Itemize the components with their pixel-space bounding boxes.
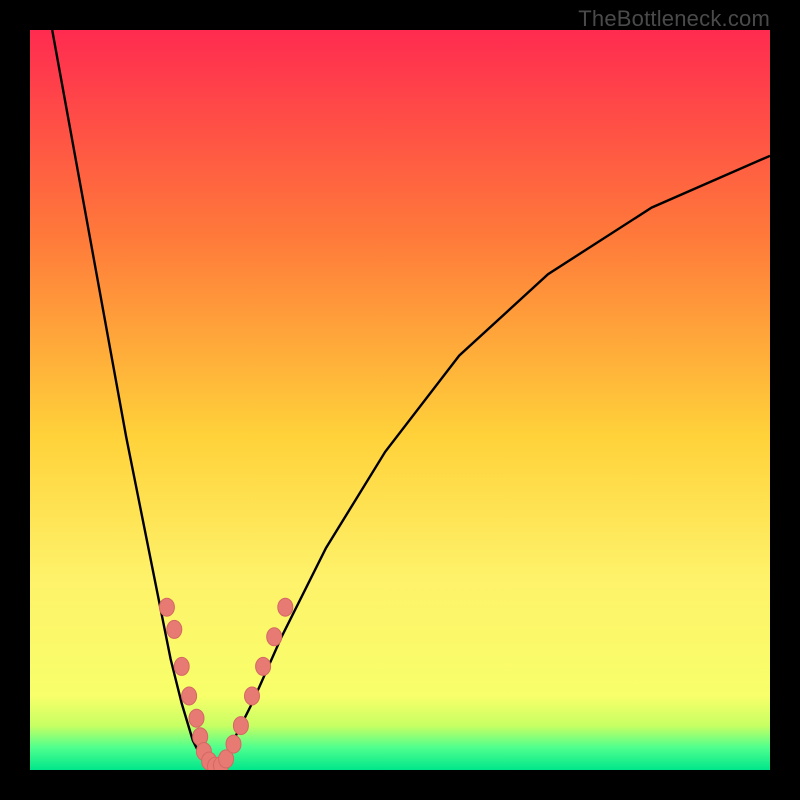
watermark-text: TheBottleneck.com xyxy=(578,6,770,32)
data-marker xyxy=(278,598,293,616)
data-marker xyxy=(182,687,197,705)
data-marker xyxy=(167,620,182,638)
data-marker xyxy=(189,709,204,727)
data-marker xyxy=(174,657,189,675)
curve-right-branch xyxy=(215,156,770,770)
data-marker xyxy=(267,628,282,646)
data-marker xyxy=(159,598,174,616)
data-marker xyxy=(226,735,241,753)
data-markers xyxy=(159,598,292,770)
curve-layer xyxy=(30,30,770,770)
chart-frame: TheBottleneck.com xyxy=(0,0,800,800)
data-marker xyxy=(256,657,271,675)
plot-area xyxy=(30,30,770,770)
data-marker xyxy=(233,717,248,735)
curve-left-branch xyxy=(52,30,215,770)
data-marker xyxy=(245,687,260,705)
